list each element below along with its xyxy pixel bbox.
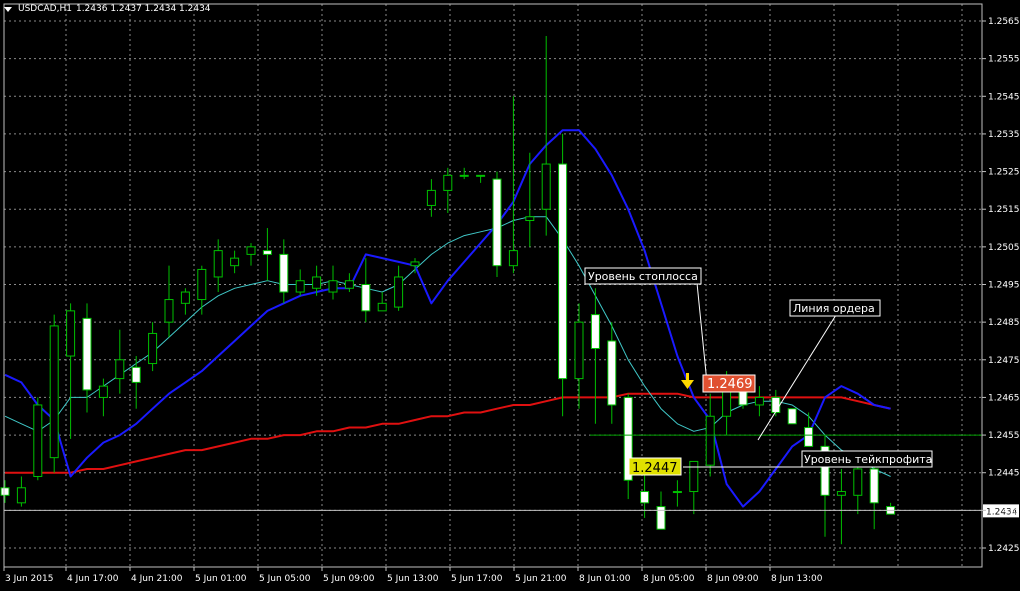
candle-body-bull xyxy=(541,163,551,210)
candle-body-bear xyxy=(131,366,141,383)
candle-body-bear xyxy=(869,468,879,504)
time-tick-label: 5 Jun 21:00 xyxy=(515,574,567,584)
candle-body-bull xyxy=(459,174,469,177)
candle-body-bull xyxy=(115,359,125,380)
takeprofit-price: 1.2447 xyxy=(632,461,678,476)
candle xyxy=(787,408,797,425)
candle-body-bear xyxy=(804,427,814,447)
candle-body-bull xyxy=(394,276,404,308)
candle-body-bear xyxy=(558,163,568,380)
candle-body-bull xyxy=(295,280,305,293)
candle-body-bull xyxy=(148,332,158,365)
time-tick-label: 5 Jun 05:00 xyxy=(259,574,311,584)
candle-body-bull xyxy=(689,460,699,493)
price-tick-label: 1.2535 xyxy=(988,130,1020,140)
candle-body-bear xyxy=(361,284,371,312)
candle-body-bull xyxy=(328,280,338,293)
candle-body-bull xyxy=(164,299,174,323)
time-tick-label: 3 Jun 2015 xyxy=(5,574,53,584)
candle xyxy=(558,133,568,417)
stoploss-label: Уровень стоплосса xyxy=(588,270,698,283)
price-tick-label: 1.2465 xyxy=(988,393,1020,403)
price-tick-label: 1.2425 xyxy=(988,544,1020,554)
price-tick-label: 1.2495 xyxy=(988,281,1020,291)
candle-body-bull xyxy=(230,257,240,267)
order-line-label: Линия ордера xyxy=(793,302,875,315)
candle-body-bull xyxy=(344,280,354,289)
price-tick-label: 1.2475 xyxy=(988,356,1020,366)
candle-body-bull xyxy=(312,276,322,289)
candle-body-bull xyxy=(836,491,846,496)
time-tick-label: 8 Jun 13:00 xyxy=(771,574,823,584)
candle-body-bull xyxy=(246,246,256,255)
candle-body-bull xyxy=(754,396,764,406)
candle-body-bull xyxy=(705,415,715,466)
candle-body-bear xyxy=(262,250,272,255)
candle-body-bull xyxy=(672,491,682,494)
candle-body-bear xyxy=(279,253,289,293)
candle-body-bear xyxy=(640,491,650,504)
time-tick-label: 5 Jun 17:00 xyxy=(451,574,503,584)
candle-body-bull xyxy=(33,404,43,477)
time-tick-label: 8 Jun 05:00 xyxy=(643,574,695,584)
chart-title-bar[interactable]: USDCAD,H1 1.2436 1.2437 1.2434 1.2434 xyxy=(4,4,211,14)
candle-body-bull xyxy=(98,385,108,398)
time-tick-label: 5 Jun 09:00 xyxy=(323,574,375,584)
price-tick-label: 1.2555 xyxy=(988,55,1020,65)
chart-background xyxy=(0,0,1020,587)
symbol-timeframe: USDCAD,H1 xyxy=(18,4,72,14)
candle-body-bull xyxy=(66,310,76,357)
candle xyxy=(49,314,59,473)
candle-body-bull xyxy=(525,216,535,222)
ohlc-values: 1.2436 1.2437 1.2434 1.2434 xyxy=(75,4,211,14)
candle-body-bear xyxy=(0,487,10,496)
price-tick-label: 1.2435 xyxy=(988,506,1020,516)
candle-body-bull xyxy=(180,291,190,304)
candle-body-bull xyxy=(410,261,420,267)
price-tick-label: 1.2485 xyxy=(988,318,1020,328)
price-tick-label: 1.2445 xyxy=(988,469,1020,479)
price-tick-label: 1.2525 xyxy=(988,168,1020,178)
price-chart[interactable]: 1.2434 Уровень стоплосса Линия ордера Ур… xyxy=(0,0,1020,587)
time-tick-label: 8 Jun 01:00 xyxy=(579,574,631,584)
candle xyxy=(492,171,502,277)
price-tick-label: 1.2515 xyxy=(988,205,1020,215)
stoploss-price: 1.2469 xyxy=(707,377,753,392)
candle-body-bull xyxy=(426,189,436,206)
candle-body-bull xyxy=(574,321,584,380)
time-tick-label: 5 Jun 13:00 xyxy=(387,574,439,584)
candle-body-bull xyxy=(377,302,387,312)
price-tick-label: 1.2565 xyxy=(988,17,1020,27)
price-tick-label: 1.2545 xyxy=(988,92,1020,102)
candle-body-bull xyxy=(197,268,207,301)
time-tick-label: 5 Jun 01:00 xyxy=(195,574,247,584)
takeprofit-label: Уровень тейкпрофита xyxy=(804,453,932,466)
candle-body-bear xyxy=(590,314,600,349)
candle-body-bear xyxy=(82,317,92,391)
candle-body-bear xyxy=(607,340,617,406)
candle-body-bull xyxy=(16,487,26,504)
candle-body-bull xyxy=(443,174,453,191)
candle-body-bull xyxy=(49,325,59,459)
price-tick-label: 1.2455 xyxy=(988,431,1020,441)
time-tick-label: 4 Jun 21:00 xyxy=(131,574,183,584)
time-tick-label: 8 Jun 09:00 xyxy=(707,574,759,584)
candle-body-bull xyxy=(853,468,863,496)
candle-body-bear xyxy=(492,178,502,267)
candle xyxy=(33,397,43,481)
candle-body-bull xyxy=(476,174,486,177)
price-tick-label: 1.2505 xyxy=(988,243,1020,253)
dropdown-arrow-icon[interactable] xyxy=(4,6,12,12)
chart-window[interactable]: 1.2434 Уровень стоплосса Линия ордера Ур… xyxy=(0,0,1020,587)
time-tick-label: 4 Jun 17:00 xyxy=(67,574,119,584)
candle-body-bull xyxy=(213,250,223,278)
candle-body-bull xyxy=(508,250,518,267)
candle-body-bear xyxy=(787,408,797,425)
candle-body-bear xyxy=(771,396,781,413)
